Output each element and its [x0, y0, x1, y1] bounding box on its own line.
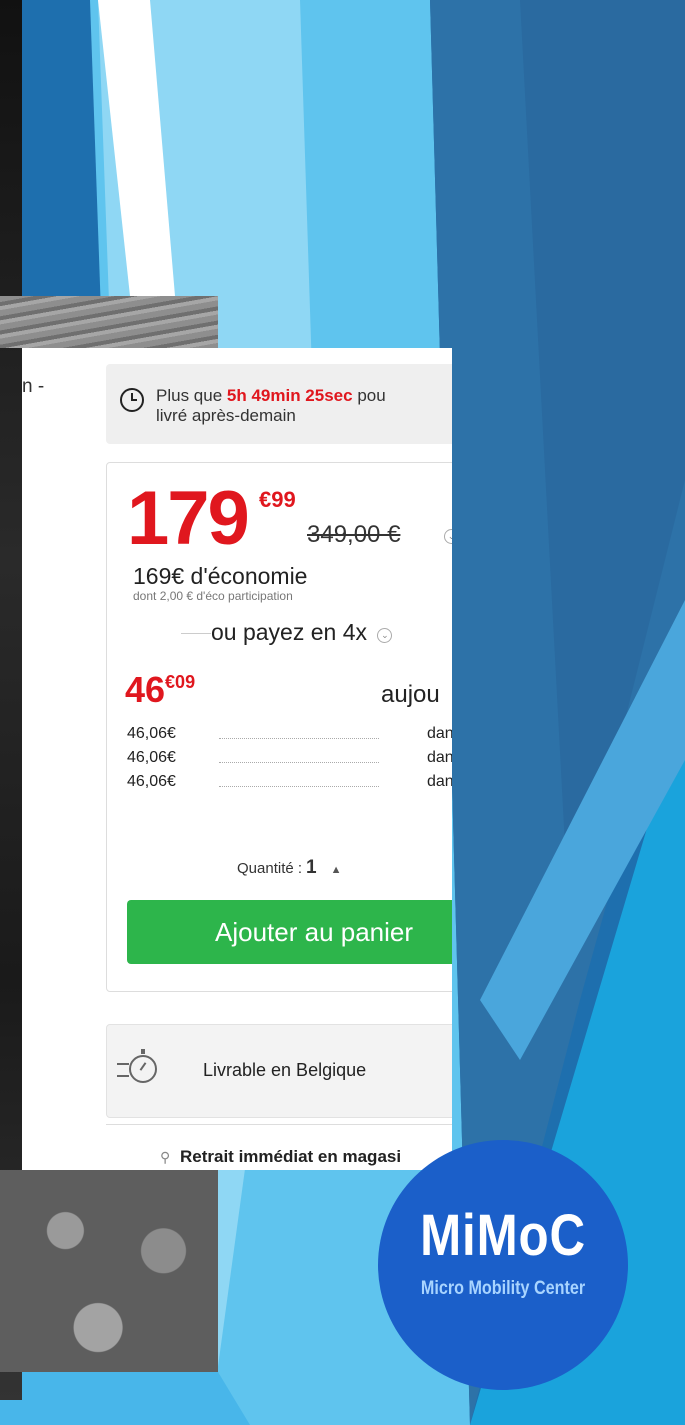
delivery-info-box: Livrable en Belgique — [106, 1024, 452, 1118]
stepper-arrows-icon[interactable]: ▲ — [331, 864, 342, 876]
countdown-text: Plus que 5h 49min 25sec pou livré après-… — [156, 386, 386, 425]
stopwatch-icon — [129, 1049, 157, 1083]
divider — [181, 633, 211, 634]
product-screenshot-panel: n - Plus que 5h 49min 25sec pou livré ap… — [22, 348, 452, 1170]
first-installment-when: aujou — [381, 681, 440, 708]
installments-header[interactable]: ou payez en 4x ⌄ — [211, 619, 393, 646]
clock-icon — [120, 388, 144, 412]
add-to-cart-button[interactable]: Ajouter au panier — [127, 900, 452, 964]
installment-row: 46,06€ dans — [127, 773, 452, 790]
fast-delivery-icon — [117, 1063, 129, 1077]
eco-participation-text: dont 2,00 € d'éco participation — [133, 589, 293, 603]
delivery-text: Livrable en Belgique — [203, 1060, 367, 1080]
delivery-countdown-box: Plus que 5h 49min 25sec pou livré après-… — [106, 364, 452, 444]
installment-row: 46,06€ dans — [127, 725, 452, 742]
store-pickup-text: Retrait immédiat en magasi — [180, 1147, 402, 1166]
old-price: 349,00 € — [307, 521, 401, 548]
savings-text: 169€ d'économie — [133, 563, 308, 589]
background-photo-cobblestones — [0, 1170, 218, 1372]
current-price: 179 €99 — [127, 476, 296, 561]
chevron-down-icon[interactable]: ⌄ — [377, 628, 393, 643]
mimoc-logo: MiMoC Micro Mobility Center — [378, 1140, 628, 1390]
countdown-time: 5h 49min 25sec — [226, 386, 353, 405]
logo-wordmark: MiMoC — [420, 1203, 586, 1268]
quantity-value: 1 — [306, 857, 317, 878]
store-pickup-box[interactable]: ⚲ Retrait immédiat en magasi — [106, 1124, 452, 1170]
location-pin-icon: ⚲ — [160, 1149, 171, 1165]
logo-tagline: Micro Mobility Center — [420, 1278, 586, 1299]
quantity-selector[interactable]: Quantité :1 ▲ — [237, 857, 342, 879]
cropped-product-title: n - — [22, 376, 45, 397]
chevron-down-icon[interactable]: ⌄ — [444, 529, 452, 544]
first-installment-amount: 46€09 — [125, 669, 196, 710]
price-card: 179 €99 349,00 € ⌄ 169€ d'économie dont 2… — [106, 462, 452, 992]
background-photo-roof — [0, 296, 218, 348]
installment-row: 46,06€ dans — [127, 749, 452, 766]
